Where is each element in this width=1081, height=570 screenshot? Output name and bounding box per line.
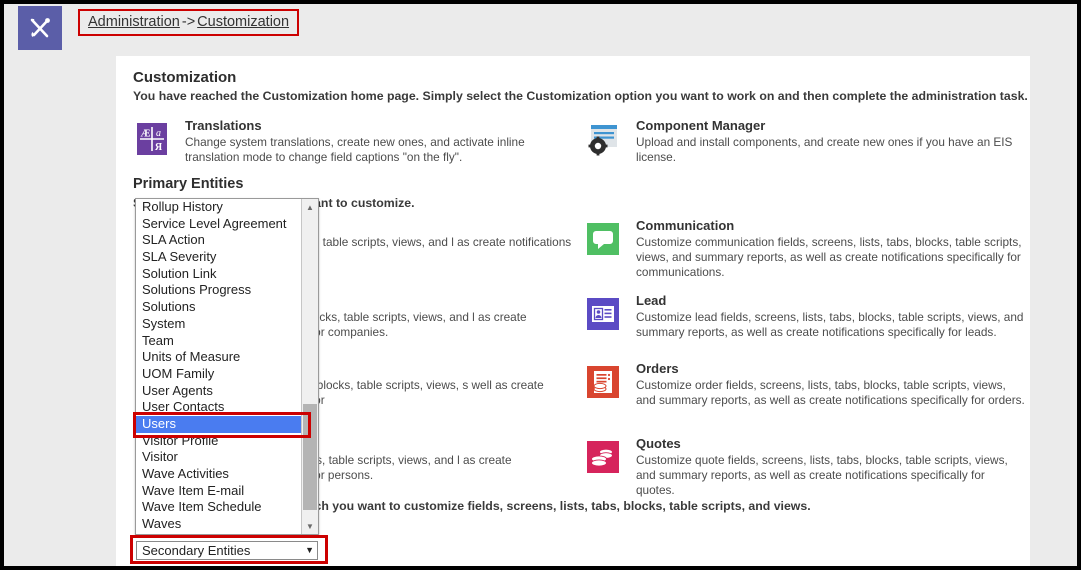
svg-text:Я: Я xyxy=(155,142,163,153)
application-screen: Administration -> Customization Customizat… xyxy=(4,4,1077,566)
card-description: Customize lead fields, screens, lists, t… xyxy=(636,310,1024,339)
listbox-option[interactable]: SLA Severity xyxy=(136,249,301,266)
tools-icon xyxy=(18,6,62,50)
listbox-option[interactable]: UOM Family xyxy=(136,366,301,383)
card-title: Quotes xyxy=(636,436,681,451)
card-description: Customize quote fields, screens, lists, … xyxy=(636,453,1008,497)
chevron-down-icon: ▼ xyxy=(305,545,314,555)
listbox-scrollbar[interactable]: ▲ ▼ xyxy=(301,199,318,534)
svg-text:a: a xyxy=(156,128,161,139)
listbox-option[interactable]: Solutions xyxy=(136,299,301,316)
secondary-entities-subheading: which you want to customize fields, scre… xyxy=(294,499,811,513)
lead-icon xyxy=(584,295,622,333)
primary-entities-heading: Primary Entities xyxy=(133,176,244,192)
listbox-option[interactable]: Visitor Profile xyxy=(136,433,301,450)
translations-icon: Æ a Я xyxy=(133,120,171,158)
listbox-option[interactable]: Solution Link xyxy=(136,266,301,283)
card-description: Customize order fields, screens, lists, … xyxy=(636,378,1025,407)
breadcrumb-link-administration[interactable]: Administration xyxy=(88,14,180,30)
secondary-entities-select[interactable]: Secondary Entities ▼ xyxy=(136,541,318,560)
card-description: Upload and install components, and creat… xyxy=(636,135,1013,164)
breadcrumb: Administration -> Customization xyxy=(78,9,300,36)
secondary-entities-select-annotation: Secondary Entities ▼ xyxy=(130,535,328,564)
communication-icon xyxy=(584,220,622,258)
select-value: Secondary Entities xyxy=(142,543,251,558)
card-title: Orders xyxy=(636,361,679,376)
listbox-option[interactable]: Users xyxy=(136,415,301,433)
svg-text:Æ: Æ xyxy=(141,129,151,140)
component-manager-icon xyxy=(584,120,622,158)
listbox-options[interactable]: Rollup History Service Level Agreement SLA… xyxy=(136,199,301,534)
card-title: Lead xyxy=(636,293,667,308)
listbox-option[interactable]: Solutions Progress xyxy=(136,282,301,299)
listbox-option[interactable]: Visitor xyxy=(136,449,301,466)
listbox-option[interactable]: SLA Action xyxy=(136,232,301,249)
scrollbar-thumb[interactable] xyxy=(303,404,317,510)
scroll-down-arrow-icon[interactable]: ▼ xyxy=(302,518,318,534)
listbox-option[interactable]: System xyxy=(136,316,301,333)
card-title: Component Manager xyxy=(636,118,766,133)
breadcrumb-separator: -> xyxy=(181,14,196,30)
listbox-option[interactable]: User Contacts xyxy=(136,399,301,416)
listbox-option[interactable]: Wave Activities xyxy=(136,466,301,483)
page-subtitle: You have reached the Customization home … xyxy=(133,89,1028,103)
orders-icon xyxy=(584,363,622,401)
listbox-option[interactable]: Service Level Agreement xyxy=(136,216,301,233)
card-description: Change system translations, create new o… xyxy=(185,135,525,164)
customization-panel: Customization You have reached the Custo… xyxy=(116,56,1030,566)
page-title: Customization xyxy=(133,69,237,86)
scroll-up-arrow-icon[interactable]: ▲ xyxy=(302,199,318,215)
breadcrumb-link-customization[interactable]: Customization xyxy=(197,14,289,30)
card-description: Customize communication fields, screens,… xyxy=(636,235,1022,279)
card-title: Translations xyxy=(185,118,262,133)
quotes-icon xyxy=(584,438,622,476)
listbox-option[interactable]: Wave Item E-mail xyxy=(136,483,301,500)
listbox-option[interactable]: Wave Item Schedule xyxy=(136,499,301,516)
listbox-option[interactable]: Waves xyxy=(136,516,301,533)
card-title: Communication xyxy=(636,218,735,233)
listbox-option[interactable]: User Agents xyxy=(136,383,301,400)
primary-entity-listbox[interactable]: Rollup History Service Level Agreement SLA… xyxy=(133,198,319,535)
top-bar: Administration -> Customization xyxy=(4,4,1077,54)
listbox-option[interactable]: Units of Measure xyxy=(136,349,301,366)
listbox-option[interactable]: Rollup History xyxy=(136,199,301,216)
listbox-option[interactable]: Team xyxy=(136,333,301,350)
